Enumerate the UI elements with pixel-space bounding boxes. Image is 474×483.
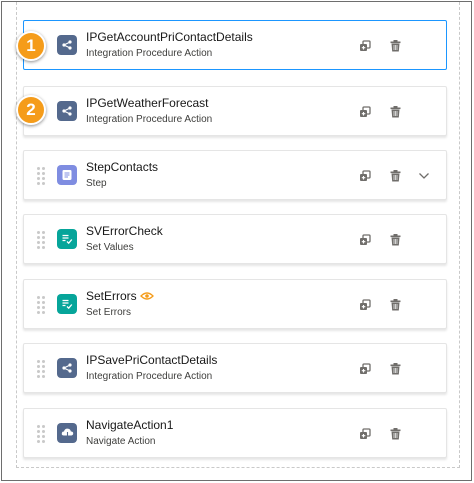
drag-handle-icon[interactable]	[37, 360, 45, 378]
callout-badge-2: 2	[16, 95, 46, 125]
trash-icon[interactable]	[386, 167, 404, 185]
navigate-icon	[57, 423, 77, 443]
callout-badge-1: 1	[16, 31, 46, 61]
trash-icon[interactable]	[386, 231, 404, 249]
element-card-ipgetweatherforecast[interactable]: IPGetWeatherForecast Integration Procedu…	[23, 86, 447, 136]
element-type: Integration Procedure Action	[86, 48, 213, 59]
element-type: Integration Procedure Action	[86, 371, 213, 382]
integration-procedure-icon	[57, 358, 77, 378]
trash-icon[interactable]	[386, 360, 404, 378]
element-card-ipgetaccountpricontactdetails[interactable]: IPGetAccountPriContactDetails Integratio…	[23, 20, 447, 70]
element-card-stepcontacts[interactable]: StepContacts Step	[23, 150, 447, 200]
element-title: SetErrors	[86, 289, 137, 303]
trash-icon[interactable]	[386, 296, 404, 314]
drag-handle-icon[interactable]	[37, 167, 45, 185]
set-values-icon	[57, 229, 77, 249]
frame: IPGetAccountPriContactDetails Integratio…	[1, 1, 472, 481]
element-type: Navigate Action	[86, 436, 156, 447]
element-type: Integration Procedure Action	[86, 114, 213, 125]
set-values-icon	[57, 294, 77, 314]
trash-icon[interactable]	[386, 37, 404, 55]
integration-procedure-icon	[57, 101, 77, 121]
integration-procedure-icon	[57, 35, 77, 55]
element-title: IPSavePriContactDetails	[86, 353, 218, 367]
copy-icon[interactable]	[356, 231, 374, 249]
copy-icon[interactable]	[356, 360, 374, 378]
eye-icon	[140, 292, 154, 300]
copy-icon[interactable]	[356, 296, 374, 314]
trash-icon[interactable]	[386, 103, 404, 121]
copy-icon[interactable]	[356, 103, 374, 121]
element-card-navigateaction1[interactable]: NavigateAction1 Navigate Action	[23, 408, 447, 458]
drag-handle-icon[interactable]	[37, 425, 45, 443]
trash-icon[interactable]	[386, 425, 404, 443]
copy-icon[interactable]	[356, 37, 374, 55]
element-type: Step	[86, 178, 107, 189]
copy-icon[interactable]	[356, 167, 374, 185]
element-card-ipsavepricontactdetails[interactable]: IPSavePriContactDetails Integration Proc…	[23, 343, 447, 393]
copy-icon[interactable]	[356, 425, 374, 443]
step-icon	[57, 165, 77, 185]
element-title: StepContacts	[86, 160, 159, 174]
element-title: NavigateAction1	[86, 418, 174, 432]
element-title: SVErrorCheck	[86, 224, 163, 238]
element-card-seterrors[interactable]: SetErrors Set Errors	[23, 279, 447, 329]
drag-handle-icon[interactable]	[37, 231, 45, 249]
element-type: Set Errors	[86, 307, 132, 318]
chevron-down-icon[interactable]	[415, 167, 433, 185]
element-card-sverrorcheck[interactable]: SVErrorCheck Set Values	[23, 214, 447, 264]
element-title: IPGetAccountPriContactDetails	[86, 30, 253, 44]
element-type: Set Values	[86, 242, 134, 253]
drag-handle-icon[interactable]	[37, 296, 45, 314]
element-title: IPGetWeatherForecast	[86, 96, 209, 110]
